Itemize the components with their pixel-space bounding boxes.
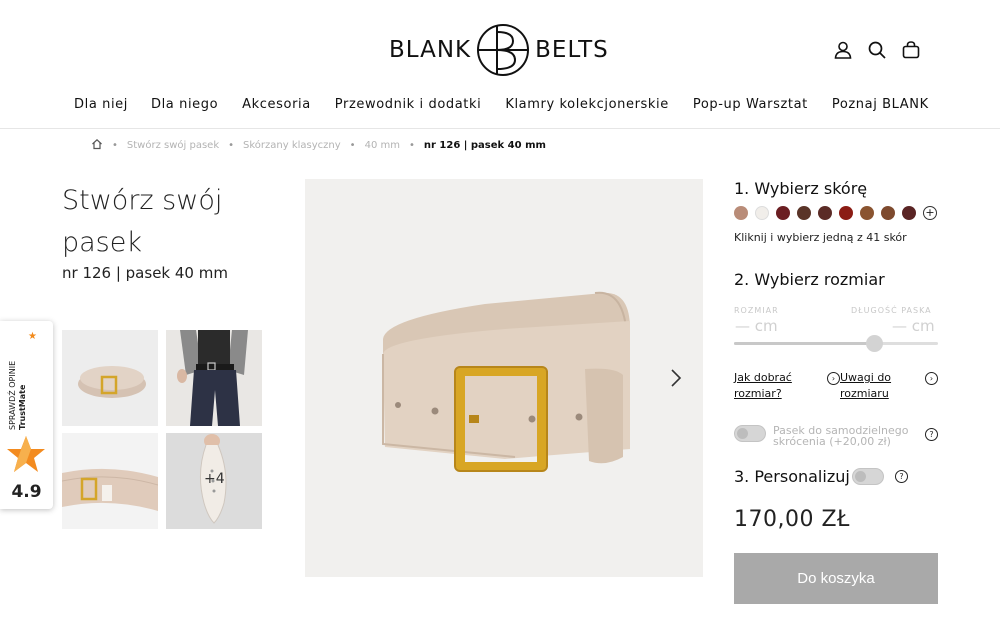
breadcrumb-separator: • <box>349 140 356 151</box>
more-images-count: +4 <box>204 471 225 487</box>
size-guide-link[interactable]: Jak dobrać rozmiar? <box>734 370 814 402</box>
logo-text-left: BLANK <box>389 37 472 63</box>
main-nav: Dla niej Dla niego Akcesoria Przewodnik … <box>74 97 929 112</box>
personalize-toggle[interactable] <box>852 468 884 485</box>
chevron-right-icon[interactable] <box>668 367 684 389</box>
logo-text-right: BELTS <box>535 37 609 63</box>
arrow-circle-icon[interactable]: › <box>925 372 938 385</box>
trustmate-brand: TrustMate <box>18 384 27 430</box>
product-price: 170,00 ZŁ <box>734 507 850 532</box>
size-slider-track[interactable] <box>734 342 938 345</box>
arrow-circle-icon: › <box>827 372 840 385</box>
nav-item-akcesoria[interactable]: Akcesoria <box>242 97 311 112</box>
leather-swatch[interactable] <box>881 206 895 220</box>
more-swatches-plus-icon[interactable]: + <box>923 206 937 220</box>
main-product-image[interactable] <box>305 179 703 577</box>
page-title: Stwórz swój pasek <box>62 185 223 258</box>
logo-mark-icon <box>477 24 530 76</box>
leather-swatches: + <box>734 206 937 220</box>
home-icon[interactable] <box>91 138 103 153</box>
size-slider-fill <box>734 342 874 345</box>
star-icon <box>7 436 45 472</box>
leather-swatch[interactable] <box>818 206 832 220</box>
site-header: BLANK BELTS Dla niej Dla niego Akcesoria… <box>0 0 1000 129</box>
breadcrumb-item[interactable]: 40 mm <box>365 140 400 151</box>
nav-item-przewodnik[interactable]: Przewodnik i dodatki <box>335 97 482 112</box>
nav-item-dla-niej[interactable]: Dla niej <box>74 97 128 112</box>
breadcrumb-item[interactable]: Stwórz swój pasek <box>127 140 219 151</box>
shorten-belt-label: Pasek do samodzielnego skrócenia (+20,00… <box>773 424 909 448</box>
trustmate-star-small-icon: ★ <box>28 331 37 342</box>
help-icon[interactable]: ? <box>895 470 908 483</box>
swatch-hint: Kliknij i wybierz jedną z 41 skór <box>734 231 907 244</box>
leather-swatch[interactable] <box>839 206 853 220</box>
cart-icon[interactable] <box>901 40 921 60</box>
breadcrumb-separator: • <box>228 140 235 151</box>
product-subtitle: nr 126 | pasek 40 mm <box>62 264 228 282</box>
breadcrumb-current: nr 126 | pasek 40 mm <box>423 140 546 151</box>
trustmate-widget[interactable]: SPRAWDŹ OPINIE TrustMate ★ 4.9 <box>0 321 53 509</box>
help-icon[interactable]: ? <box>925 428 938 441</box>
nav-item-popup[interactable]: Pop-up Warsztat <box>693 97 808 112</box>
step-3-heading: 3. Personalizuj <box>734 467 850 486</box>
brand-logo[interactable]: BLANK BELTS <box>389 20 609 80</box>
size-notes-link[interactable]: Uwagi do rozmiaru <box>840 370 910 402</box>
breadcrumb-separator: • <box>408 140 415 151</box>
thumbnail-4-more[interactable]: +4 <box>166 433 262 529</box>
thumbnail-1[interactable] <box>62 330 158 426</box>
size-value: — cm <box>735 317 778 335</box>
trustmate-label: SPRAWDŹ OPINIE <box>8 360 17 430</box>
add-to-cart-button[interactable]: Do koszyka <box>734 553 938 604</box>
shorten-belt-toggle[interactable] <box>734 425 766 442</box>
size-label: ROZMIAR <box>734 306 779 315</box>
leather-swatch[interactable] <box>776 206 790 220</box>
nav-item-klamry[interactable]: Klamry kolekcjonerskie <box>505 97 669 112</box>
leather-swatch[interactable] <box>734 206 748 220</box>
thumbnail-3[interactable] <box>62 433 158 529</box>
nav-item-dla-niego[interactable]: Dla niego <box>151 97 218 112</box>
length-value: — cm <box>892 317 935 335</box>
leather-swatch[interactable] <box>755 206 769 220</box>
thumbnail-2[interactable] <box>166 330 262 426</box>
leather-swatch[interactable] <box>797 206 811 220</box>
step-2-heading: 2. Wybierz rozmiar <box>734 270 885 289</box>
breadcrumb-separator: • <box>112 140 118 151</box>
trustmate-label-block: SPRAWDŹ OPINIE TrustMate <box>8 335 28 430</box>
size-slider-handle[interactable] <box>866 335 883 352</box>
leather-swatch[interactable] <box>860 206 874 220</box>
breadcrumb-item[interactable]: Skórzany klasyczny <box>243 140 341 151</box>
nav-item-poznaj[interactable]: Poznaj BLANK <box>832 97 929 112</box>
step-1-heading: 1. Wybierz skórę <box>734 179 868 198</box>
leather-swatch[interactable] <box>902 206 916 220</box>
trustmate-rating: 4.9 <box>11 482 42 502</box>
account-icon[interactable] <box>833 40 853 60</box>
breadcrumb: • Stwórz swój pasek • Skórzany klasyczny… <box>91 138 546 153</box>
search-icon[interactable] <box>867 40 887 60</box>
length-label: DŁUGOŚĆ PASKA <box>851 306 932 315</box>
